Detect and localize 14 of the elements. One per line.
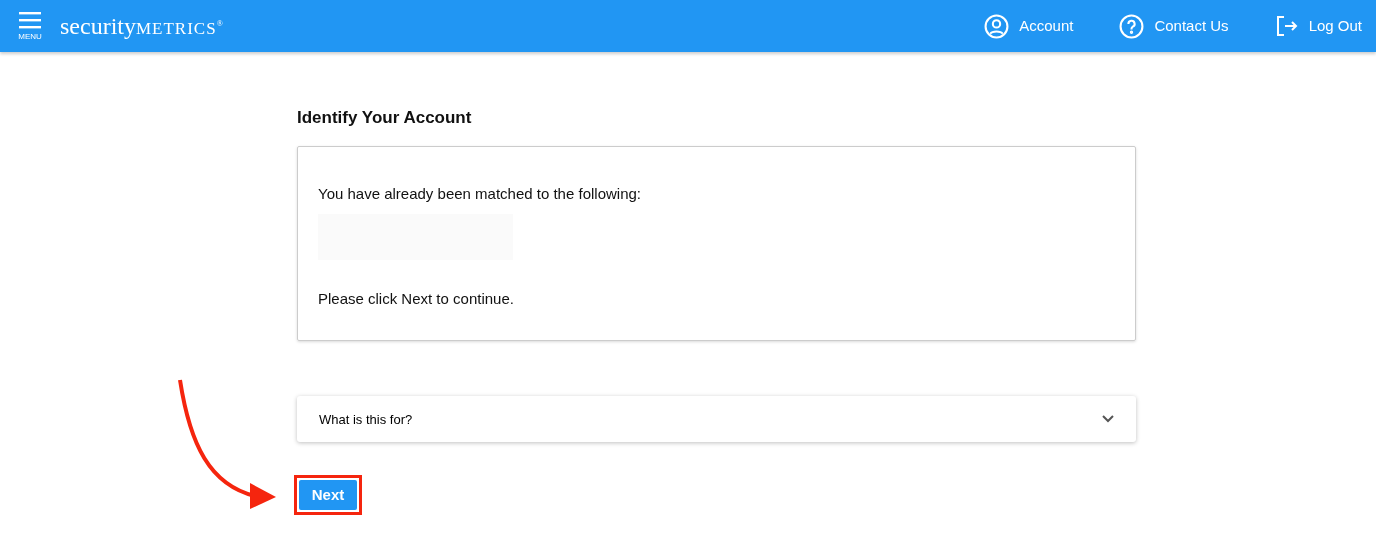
account-icon (984, 13, 1010, 39)
menu-button[interactable]: MENU (16, 11, 44, 41)
accordion-header[interactable]: What is this for? (297, 396, 1136, 443)
logo: securityMETRICS® (60, 12, 223, 41)
nav-link-item[interactable]: Account (984, 13, 1074, 39)
next-button[interactable]: Next (299, 480, 357, 511)
help-icon (1119, 13, 1145, 39)
matched-message: You have already been matched to the following: (318, 184, 642, 205)
page-title: Identify Your Account (297, 108, 473, 129)
nav-link-item[interactable]: Contact Us (1119, 13, 1229, 39)
nav-link-item[interactable]: Log Out (1274, 14, 1362, 38)
logout-icon (1274, 14, 1299, 38)
continue-instruction: Please click Next to continue. (318, 288, 515, 309)
menu-icon (19, 11, 41, 29)
